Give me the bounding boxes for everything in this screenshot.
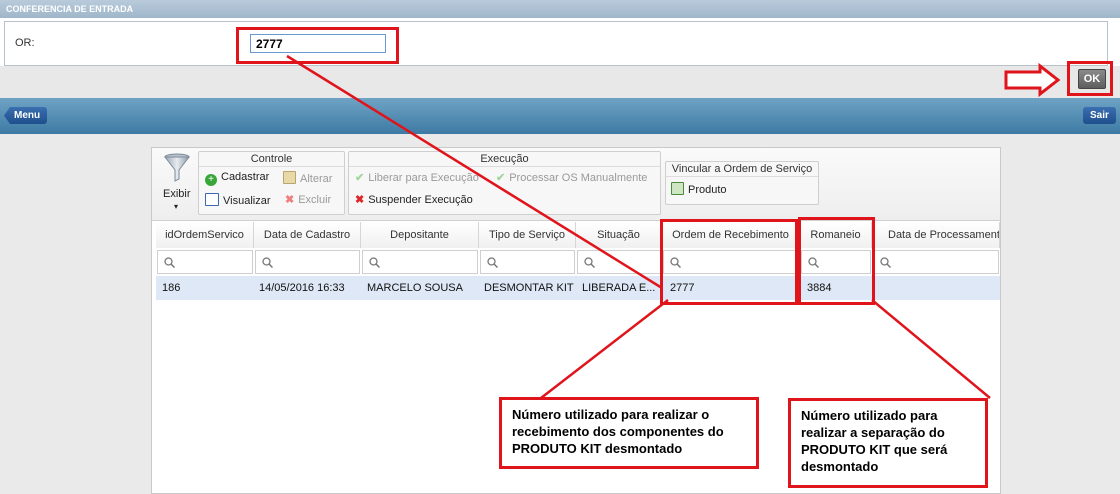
highlight-or-input	[236, 27, 399, 64]
search-icon	[487, 257, 498, 268]
visualizar-label: Visualizar	[223, 195, 271, 207]
cell-depositante: MARCELO SOUSA	[367, 282, 463, 294]
filter-input-data-processamento[interactable]	[873, 250, 999, 274]
nav-bar	[0, 98, 1120, 134]
form-footer	[0, 66, 1120, 98]
search-icon	[584, 257, 595, 268]
produto-label: Produto	[688, 184, 727, 196]
cadastrar-label: Cadastrar	[221, 171, 270, 183]
liberar-button[interactable]: ✔ Liberar para Execução	[355, 171, 479, 184]
delete-icon: ✖	[285, 194, 295, 206]
column-header-depositante[interactable]: Depositante	[361, 222, 479, 248]
exibir-label: Exibir	[163, 188, 191, 200]
search-icon	[262, 257, 273, 268]
filter-input-data-cadastro[interactable]	[255, 250, 360, 274]
highlight-ok-button	[1067, 61, 1113, 96]
liberar-label: Liberar para Execução	[368, 172, 479, 184]
cadastrar-button[interactable]: + Cadastrar	[205, 171, 269, 186]
search-icon	[369, 257, 380, 268]
note-romaneio: Número utilizado para realizar a separaç…	[788, 398, 988, 488]
check-icon: ✔	[496, 172, 506, 184]
column-header-tipo-servico[interactable]: Tipo de Serviço	[479, 222, 576, 248]
processar-label: Processar OS Manualmente	[509, 172, 648, 184]
alterar-button[interactable]: Alterar	[283, 171, 332, 185]
cell-data-processamento	[878, 276, 988, 300]
cell-situacao: LIBERADA E...	[582, 282, 656, 294]
column-header-situacao[interactable]: Situação	[576, 222, 662, 248]
search-icon	[880, 257, 891, 268]
column-header-id[interactable]: idOrdemServico	[156, 222, 254, 248]
product-icon	[671, 182, 684, 195]
execucao-title: Execução	[349, 152, 660, 167]
menu-button[interactable]: Menu	[4, 107, 48, 124]
view-list-icon	[205, 193, 219, 206]
filter-input-tipo-servico[interactable]	[480, 250, 575, 274]
edit-icon	[283, 171, 296, 184]
funnel-icon	[164, 153, 190, 182]
suspender-button[interactable]: ✖ Suspender Execução	[355, 193, 473, 206]
plus-icon: +	[205, 174, 217, 186]
excluir-label: Excluir	[298, 194, 332, 206]
produto-button[interactable]: Produto	[671, 182, 727, 196]
window-title: CONFERENCIA DE ENTRADA	[0, 0, 1120, 18]
cell-data-cadastro: 14/05/2016 16:33	[259, 282, 345, 294]
search-icon	[164, 257, 175, 268]
filter-input-depositante[interactable]	[362, 250, 478, 274]
excluir-button[interactable]: ✖ Excluir	[285, 193, 331, 206]
cell-id: 186	[162, 282, 181, 294]
column-header-data-cadastro[interactable]: Data de Cadastro	[254, 222, 361, 248]
cell-tipo-servico: DESMONTAR KIT	[484, 282, 574, 294]
filter-input-situacao[interactable]	[577, 250, 661, 274]
or-label: OR:	[15, 37, 35, 49]
highlight-ordem-recebimento	[660, 219, 798, 305]
exit-button[interactable]: Sair	[1083, 107, 1116, 124]
controle-title: Controle	[199, 152, 344, 167]
filter-form	[4, 21, 1108, 66]
note-ordem-recebimento: Número utilizado para realizar o recebim…	[499, 397, 759, 469]
close-icon: ✖	[355, 194, 365, 206]
vincular-title: Vincular a Ordem de Serviço	[666, 162, 818, 177]
alterar-label: Alterar	[300, 173, 333, 185]
column-header-data-processamento[interactable]: Data de Processamento	[872, 222, 1000, 248]
processar-button[interactable]: ✔ Processar OS Manualmente	[496, 171, 647, 184]
filter-input-id[interactable]	[157, 250, 253, 274]
check-icon: ✔	[355, 172, 365, 184]
highlight-romaneio	[798, 217, 875, 305]
dropdown-arrow-icon: ▾	[174, 202, 179, 211]
visualizar-button[interactable]: Visualizar	[205, 193, 271, 207]
suspender-label: Suspender Execução	[368, 194, 473, 206]
exibir-button[interactable]: Exibir ▾	[158, 151, 196, 213]
